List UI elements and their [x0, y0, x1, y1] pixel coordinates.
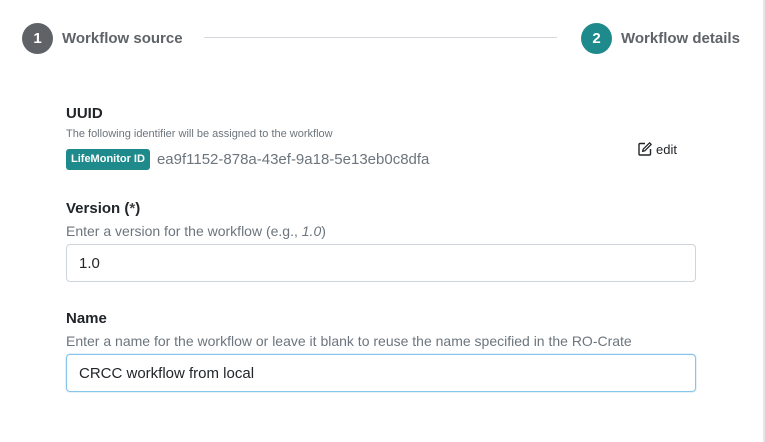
version-title: Version (*)	[66, 200, 140, 217]
name-title: Name	[66, 310, 107, 327]
name-help-text: Enter a name for the workflow or leave i…	[66, 333, 632, 349]
stepper-connector	[204, 37, 557, 38]
step-label-workflow-source: Workflow source	[62, 29, 183, 47]
uuid-value: ea9f1152-878a-43ef-9a18-5e13eb0c8dfa	[156, 151, 430, 168]
step-workflow-source[interactable]: 1 Workflow source	[22, 22, 183, 54]
version-help-suffix: )	[321, 223, 326, 239]
step-label-workflow-details: Workflow details	[621, 29, 740, 47]
edit-uuid-button[interactable]: edit	[637, 141, 677, 157]
uuid-title: UUID	[66, 105, 103, 122]
stepper: 1 Workflow source 2 Workflow details	[22, 22, 742, 54]
step-number-2: 2	[581, 22, 612, 54]
version-help-example: 1.0	[301, 223, 322, 239]
lifemonitor-id-badge: LifeMonitor ID	[66, 149, 150, 170]
version-help-prefix: Enter a version for the workflow (e.g.,	[66, 223, 302, 239]
uuid-help-text: The following identifier will be assigne…	[66, 128, 333, 140]
uuid-row: LifeMonitor ID ea9f1152-878a-43ef-9a18-5…	[66, 149, 429, 170]
edit-icon	[638, 142, 652, 156]
name-input[interactable]	[66, 354, 696, 392]
workflow-details-page: 1 Workflow source 2 Workflow details UUI…	[0, 0, 765, 442]
version-title-text: Version (	[66, 200, 130, 217]
version-help-text: Enter a version for the workflow (e.g., …	[66, 223, 326, 239]
step-number-1: 1	[22, 22, 53, 54]
version-title-close: )	[135, 200, 141, 217]
step-workflow-details[interactable]: 2 Workflow details	[581, 22, 740, 54]
edit-label: edit	[656, 141, 677, 157]
version-input[interactable]	[66, 244, 696, 282]
